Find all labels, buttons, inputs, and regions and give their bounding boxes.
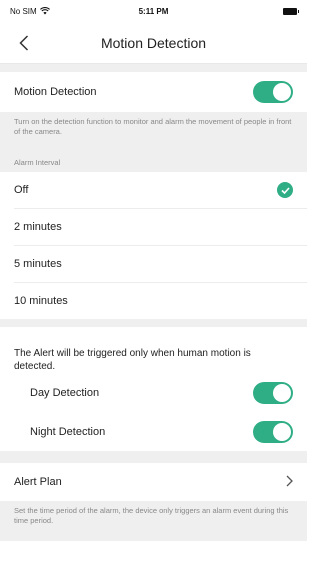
interval-option-5-minutes[interactable]: 5 minutes (0, 246, 307, 282)
interval-option-off[interactable]: Off (0, 172, 307, 208)
night-detection-row: Night Detection (0, 413, 307, 451)
wifi-icon (39, 7, 50, 15)
alert-plan-description: Set the time period of the alarm, the de… (0, 501, 307, 541)
alert-plan-label: Alert Plan (14, 476, 62, 488)
section-gap (0, 64, 307, 72)
check-icon (277, 182, 293, 198)
alert-plan-row[interactable]: Alert Plan (0, 463, 307, 501)
page-title: Motion Detection (100, 34, 207, 51)
interval-option-label: Off (14, 184, 29, 196)
status-bar: No SIM 5:11 PM (0, 0, 307, 22)
interval-option-label: 10 minutes (14, 295, 68, 307)
alarm-interval-label: Alarm Interval (0, 152, 307, 172)
interval-option-label: 2 minutes (14, 221, 62, 233)
motion-detection-label: Motion Detection (14, 86, 97, 98)
toggle-knob (273, 83, 291, 101)
motion-detection-row: Motion Detection (0, 72, 307, 112)
human-motion-note: The Alert will be triggered only when hu… (0, 327, 307, 373)
day-detection-toggle[interactable] (253, 382, 293, 404)
battery-icon (283, 7, 299, 15)
day-detection-label: Day Detection (30, 387, 100, 399)
interval-option-label: 5 minutes (14, 258, 62, 270)
chevron-right-icon (286, 475, 293, 490)
interval-option-2-minutes[interactable]: 2 minutes (0, 209, 307, 245)
carrier-label: No SIM (10, 6, 37, 16)
motion-detection-description: Turn on the detection function to monito… (0, 112, 307, 152)
motion-detection-toggle[interactable] (253, 81, 293, 103)
chevron-left-icon (19, 35, 29, 51)
nav-bar: Motion Detection (0, 22, 307, 64)
toggle-knob (273, 384, 291, 402)
day-detection-row: Day Detection (0, 373, 307, 413)
section-gap (0, 319, 307, 327)
interval-option-10-minutes[interactable]: 10 minutes (0, 283, 307, 319)
night-detection-label: Night Detection (30, 426, 106, 438)
toggle-knob (273, 423, 291, 441)
status-left: No SIM (10, 7, 50, 16)
back-button[interactable] (14, 33, 34, 53)
night-detection-toggle[interactable] (253, 421, 293, 443)
section-gap (0, 451, 307, 463)
